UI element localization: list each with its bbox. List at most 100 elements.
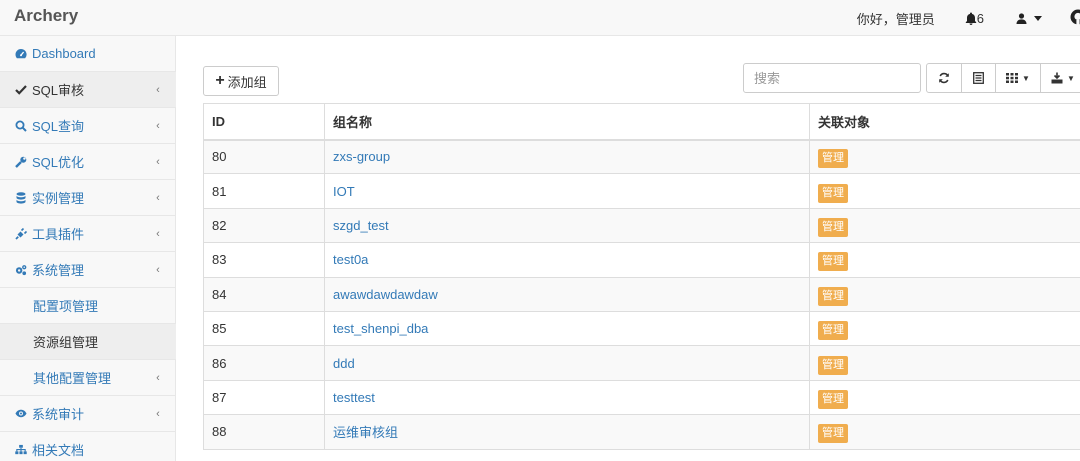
search-input[interactable] (743, 63, 921, 93)
cell-id: 86 (203, 345, 325, 381)
sidebar-item-label: 工具插件 (32, 227, 85, 242)
github-icon (1070, 9, 1080, 25)
sidebar-item-dashboard[interactable]: Dashboard (0, 36, 176, 72)
sidebar-item-audit[interactable]: 系统审计 ‹ (0, 396, 176, 432)
plus-icon: + (215, 71, 225, 89)
group-name-link[interactable]: test_shenpi_dba (333, 321, 428, 336)
sidebar-item-label: 系统管理 (32, 263, 85, 278)
sidebar-item-label: 系统审计 (32, 407, 85, 422)
caret-down-icon: ▼ (1022, 73, 1030, 83)
wrench-icon (15, 156, 27, 168)
table-toolbar: ▼ ▼ (926, 63, 1080, 93)
group-name-link[interactable]: testtest (333, 390, 375, 405)
navbar-right: 你好，管理员 6 (857, 0, 1080, 36)
sidebar-item-label: SQL优化 (32, 155, 85, 170)
toggle-view-icon (973, 72, 984, 84)
sidebar-item-config[interactable]: 配置项管理 (0, 288, 176, 324)
gears-icon (15, 264, 27, 276)
chevron-left-icon: ‹ (156, 191, 160, 204)
sidebar-item-sql-optimize[interactable]: SQL优化 ‹ (0, 144, 176, 180)
brand-logo[interactable]: Archery (14, 6, 78, 26)
sidebar-item-label: 实例管理 (32, 191, 85, 206)
add-group-button[interactable]: + 添加组 (203, 66, 279, 96)
table-row: 83 test0a 管理 (203, 242, 1080, 278)
group-name-link[interactable]: ddd (333, 356, 355, 371)
manage-badge[interactable]: 管理 (818, 355, 848, 375)
sidebar-item-label: SQL审核 (32, 83, 85, 98)
export-dropdown-button[interactable]: ▼ (1040, 63, 1080, 93)
sidebar-item-label: 资源组管理 (33, 335, 99, 350)
sidebar-item-label: 相关文档 (32, 443, 85, 458)
cell-id: 81 (203, 173, 325, 209)
chevron-left-icon: ‹ (156, 83, 160, 96)
sidebar-item-label: SQL查询 (32, 119, 85, 134)
columns-dropdown-button[interactable]: ▼ (995, 63, 1041, 93)
manage-badge[interactable]: 管理 (818, 424, 848, 444)
manage-badge[interactable]: 管理 (818, 252, 848, 272)
user-menu-button[interactable] (1016, 12, 1042, 24)
table-row: 80 zxs-group 管理 (203, 138, 1080, 175)
manage-badge[interactable]: 管理 (818, 321, 848, 341)
user-greeting[interactable]: 你好，管理员 (857, 9, 935, 28)
group-name-link[interactable]: 运维审核组 (333, 425, 398, 440)
group-name-link[interactable]: IOT (333, 184, 355, 199)
search-icon (15, 120, 27, 132)
column-header-name[interactable]: 组名称 (324, 103, 810, 141)
caret-down-icon: ▼ (1067, 73, 1075, 83)
manage-badge[interactable]: 管理 (818, 389, 848, 409)
column-header-relation[interactable]: 关联对象 (809, 103, 1080, 141)
sitemap-icon (15, 444, 27, 456)
cell-id: 84 (203, 276, 325, 312)
cell-id: 83 (203, 242, 325, 278)
eye-icon (15, 408, 27, 420)
columns-icon (1006, 73, 1019, 83)
table-row: 81 IOT 管理 (203, 173, 1080, 209)
sidebar-item-system[interactable]: 系统管理 ‹ (0, 252, 176, 288)
cell-id: 85 (203, 310, 325, 347)
user-icon (1016, 12, 1027, 24)
manage-badge[interactable]: 管理 (818, 183, 848, 203)
group-name-link[interactable]: szgd_test (333, 218, 389, 233)
bell-icon (965, 12, 976, 25)
table-row: 82 szgd_test 管理 (203, 207, 1080, 244)
toggle-view-button[interactable] (961, 63, 996, 93)
sidebar-item-label: 其他配置管理 (33, 371, 112, 386)
sidebar-item-instance[interactable]: 实例管理 ‹ (0, 180, 176, 216)
group-name-link[interactable]: zxs-group (333, 149, 390, 164)
sidebar-item-label: 配置项管理 (33, 299, 99, 314)
chevron-down-icon (1034, 15, 1042, 21)
sidebar-item-resource-group[interactable]: 资源组管理 (0, 324, 176, 360)
refresh-button[interactable] (926, 63, 962, 93)
sidebar-item-label: Dashboard (32, 46, 96, 61)
chevron-left-icon: ‹ (156, 227, 160, 240)
column-header-id[interactable]: ID (203, 103, 325, 141)
cell-id: 80 (203, 138, 325, 175)
sidebar-item-tools[interactable]: 工具插件 ‹ (0, 216, 176, 252)
cell-id: 82 (203, 207, 325, 244)
export-icon (1051, 72, 1063, 84)
resource-group-table: ID 组名称 关联对象 80 zxs-group 管理 81 IOT 管理 82… (203, 103, 1080, 450)
github-link[interactable] (1070, 9, 1080, 28)
sidebar-item-sql-query[interactable]: SQL查询 ‹ (0, 108, 176, 144)
cell-id: 88 (203, 414, 325, 450)
top-navbar: Archery 你好，管理员 6 (0, 0, 1080, 36)
sidebar-item-docs[interactable]: 相关文档 (0, 432, 176, 461)
notification-count: 6 (976, 10, 984, 26)
table-row: 85 test_shenpi_dba 管理 (203, 310, 1080, 347)
sidebar: Dashboard SQL审核 ‹ SQL查询 ‹ SQL优化 ‹ 实例管理 ‹… (0, 36, 176, 461)
table-row: 88 运维审核组 管理 (203, 414, 1080, 450)
manage-badge[interactable]: 管理 (818, 149, 848, 169)
manage-badge[interactable]: 管理 (818, 286, 848, 306)
group-name-link[interactable]: awawdawdawdaw (333, 287, 438, 302)
chevron-left-icon: ‹ (156, 119, 160, 132)
sidebar-item-other-config[interactable]: 其他配置管理 ‹ (0, 360, 176, 396)
sidebar-item-sql-review[interactable]: SQL审核 ‹ (0, 72, 176, 108)
notifications-button[interactable]: 6 (965, 11, 984, 26)
table-row: 87 testtest 管理 (203, 379, 1080, 416)
chevron-left-icon: ‹ (156, 263, 160, 276)
group-name-link[interactable]: test0a (333, 252, 368, 267)
table-row: 86 ddd 管理 (203, 345, 1080, 381)
chevron-left-icon: ‹ (156, 407, 160, 420)
add-group-label: 添加组 (227, 74, 267, 90)
manage-badge[interactable]: 管理 (818, 217, 848, 237)
